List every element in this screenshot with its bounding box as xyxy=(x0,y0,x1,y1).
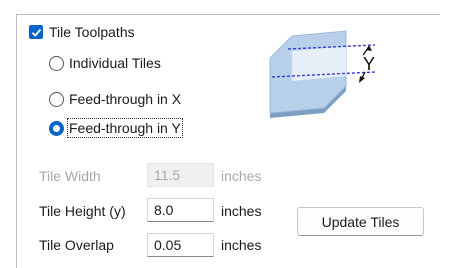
tile-diagram-icon: Y xyxy=(269,30,376,118)
diagram-axis-label: Y xyxy=(363,54,375,74)
tile-toolpaths-checkbox[interactable]: Tile Toolpaths xyxy=(29,24,135,40)
radio-button-selected-icon xyxy=(49,120,64,136)
tile-overlap-units: inches xyxy=(221,237,262,253)
radio-label: Individual Tiles xyxy=(69,55,161,71)
checkbox-check-icon xyxy=(29,25,43,39)
tile-width-field[interactable] xyxy=(147,163,214,187)
tile-width-units: inches xyxy=(221,168,262,184)
tile-height-field[interactable] xyxy=(147,198,214,222)
radio-individual-tiles[interactable]: Individual Tiles xyxy=(49,55,161,71)
radio-feed-through-y[interactable]: Feed-through in Y xyxy=(49,118,183,138)
radio-label: Feed-through in X xyxy=(69,91,182,107)
tile-width-label: Tile Width xyxy=(39,168,101,184)
tile-overlap-field[interactable] xyxy=(147,233,214,257)
radio-button-icon xyxy=(49,91,64,107)
update-tiles-button[interactable]: Update Tiles xyxy=(297,207,424,236)
tile-height-units: inches xyxy=(221,203,262,219)
radio-button-icon xyxy=(49,55,64,71)
tile-height-label: Tile Height (y) xyxy=(39,203,126,219)
tile-overlap-label: Tile Overlap xyxy=(39,237,114,253)
radio-label: Feed-through in Y xyxy=(67,118,183,138)
tile-toolpaths-label: Tile Toolpaths xyxy=(49,24,135,40)
radio-feed-through-x[interactable]: Feed-through in X xyxy=(49,91,181,107)
